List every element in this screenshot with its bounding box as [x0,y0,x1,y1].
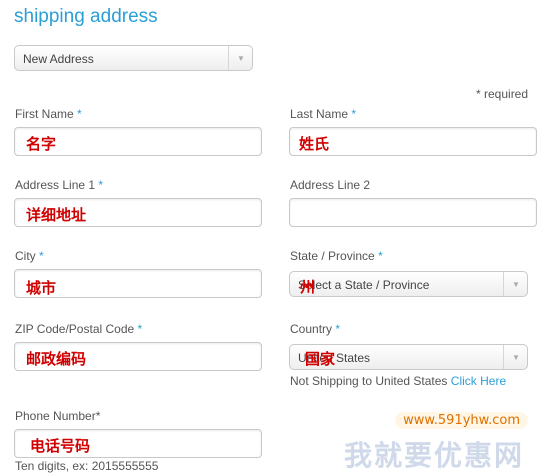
watermark-url: www.591yhw.com [395,412,528,429]
last-name-label: Last Name * [290,107,357,121]
state-label: State / Province * [290,249,383,263]
city-overlay: 城市 [26,279,57,297]
address-select-value: New Address [23,52,94,66]
chevron-down-icon: ▼ [237,54,245,63]
last-name-overlay: 姓氏 [299,135,330,153]
chevron-down-icon: ▼ [512,353,520,362]
required-marker: * [77,107,82,121]
state-select-value: Select a State / Province [298,278,430,292]
state-overlay: 州 [300,278,316,296]
address-select-toggle[interactable]: ▼ [228,46,252,70]
country-select-toggle[interactable]: ▼ [503,345,527,369]
country-overlay: 国家 [305,350,336,368]
phone-label: Phone Number* [15,409,101,423]
state-select-toggle[interactable]: ▼ [503,272,527,296]
required-marker: * [137,322,143,336]
page-title: shipping address [14,6,158,27]
required-note: * required [476,87,529,101]
address-select[interactable]: New Address ▼ [14,45,253,71]
required-marker: * [351,107,357,121]
chevron-down-icon: ▼ [512,280,520,289]
address1-label: Address Line 1 * [15,178,104,192]
state-select[interactable]: Select a State / Province ▼ [289,271,528,297]
required-marker: * [378,249,383,263]
shipping-note: Not Shipping to United States Click Here [290,374,506,388]
address1-overlay: 详细地址 [26,206,87,224]
zip-label: ZIP Code/Postal Code * [15,322,143,336]
shipping-note-text: Not Shipping to United States [290,374,448,388]
city-label: City * [15,249,44,263]
phone-hint: Ten digits, ex: 2015555555 [15,459,159,473]
address2-input[interactable] [289,198,537,227]
first-name-label: First Name * [15,107,82,121]
country-label: Country * [290,322,341,336]
zip-overlay: 邮政编码 [26,350,87,368]
required-marker: * [39,249,44,263]
address2-label: Address Line 2 [290,178,371,192]
first-name-overlay: 名字 [26,135,57,153]
required-marker: * [335,322,341,336]
watermark-text: 我就要优惠网 [344,439,525,472]
click-here-link[interactable]: Click Here [451,374,506,388]
phone-overlay: 电话号码 [30,437,91,455]
watermark: www.591yhw.com 我就要优惠网 [342,410,538,472]
required-marker: * [98,178,104,192]
